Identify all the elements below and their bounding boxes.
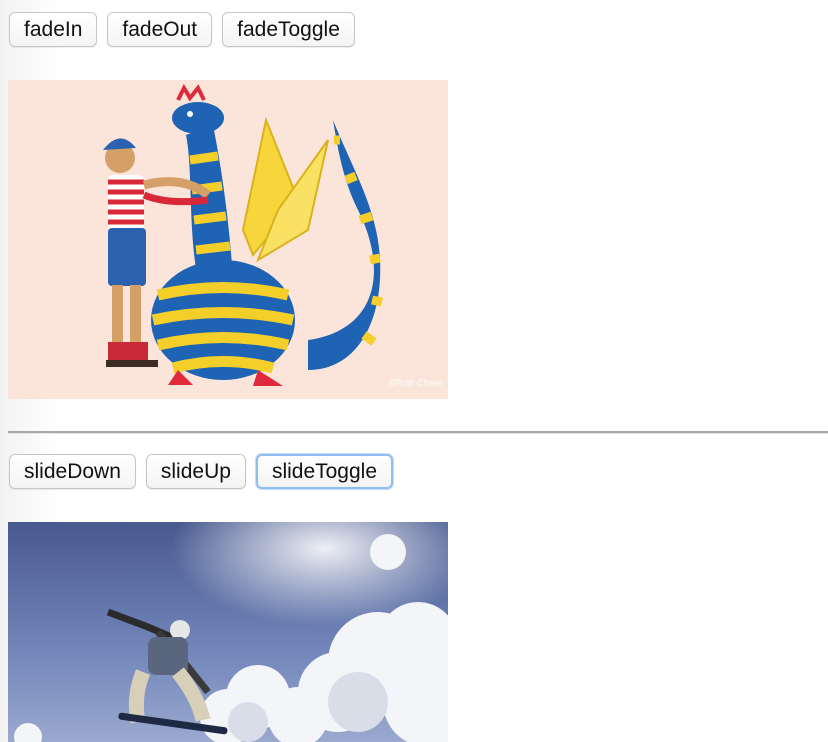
dragon-image: ©Ruth Chase [8, 80, 448, 399]
snowboarder-image [8, 522, 448, 742]
dragon-illustration: ©Ruth Chase [8, 80, 448, 399]
section-divider [8, 431, 828, 434]
dragon-watermark: ©Ruth Chase [389, 378, 443, 388]
fade-controls: fadeIn fadeOut fadeToggle [9, 12, 355, 47]
fade-out-button[interactable]: fadeOut [107, 12, 213, 47]
slide-up-button[interactable]: slideUp [145, 454, 246, 489]
slide-controls: slideDown slideUp slideToggle [9, 454, 394, 489]
fade-in-button[interactable]: fadeIn [9, 12, 98, 47]
fade-toggle-button[interactable]: fadeToggle [222, 12, 355, 47]
slide-toggle-button[interactable]: slideToggle [255, 454, 394, 489]
effects-demo-page: fadeIn fadeOut fadeToggle ©Ruth Chase sl… [0, 0, 828, 742]
snowboarder-photo [8, 522, 448, 742]
slide-down-button[interactable]: slideDown [9, 454, 136, 489]
